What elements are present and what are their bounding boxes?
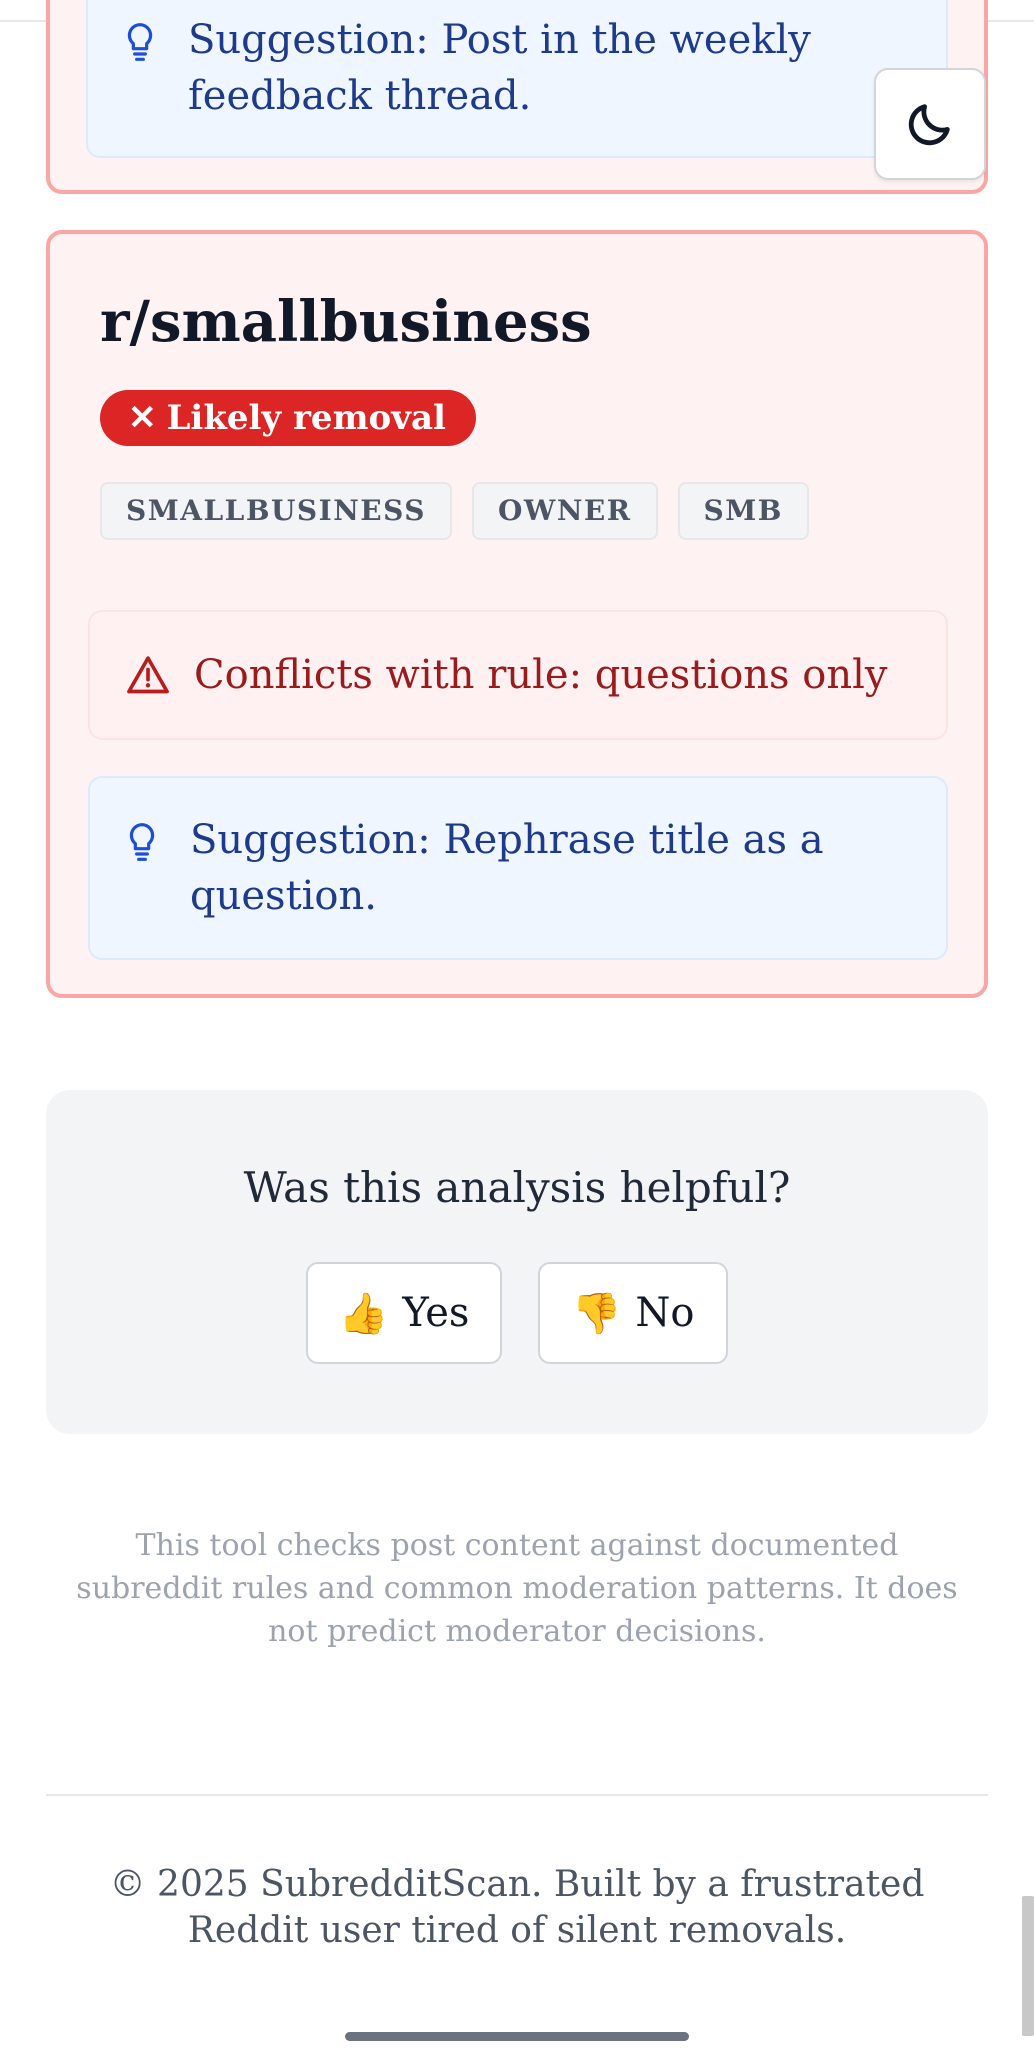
conflict-box: Conflicts with rule: questions only xyxy=(88,610,948,740)
suggestion-text: Suggestion: Post in the weekly feedback … xyxy=(188,17,811,119)
lightbulb-icon xyxy=(129,823,155,861)
feedback-question: Was this analysis helpful? xyxy=(243,1163,791,1212)
subreddit-card-previous: Suggestion: Post in the weekly feedback … xyxy=(46,0,988,194)
thumbs-up-icon: 👍 xyxy=(338,1290,389,1337)
status-label: Likely removal xyxy=(166,398,446,438)
page: Suggestion: Post in the weekly feedback … xyxy=(0,0,1034,2048)
tag: OWNER xyxy=(471,482,658,540)
footer-text: © 2025 SubredditScan. Built by a frustra… xyxy=(109,1864,925,1951)
home-indicator xyxy=(345,2032,689,2041)
moon-icon xyxy=(908,104,950,146)
suggestion-box: Suggestion: Rephrase title as a question… xyxy=(88,776,948,960)
thumbs-down-icon: 👎 xyxy=(571,1290,622,1337)
disclaimer: This tool checks post content against do… xyxy=(76,1528,958,1649)
suggestion-text: Suggestion: Rephrase title as a question… xyxy=(190,817,824,919)
warning-icon xyxy=(127,656,169,694)
suggestion-box: Suggestion: Post in the weekly feedback … xyxy=(86,0,948,158)
theme-toggle-button[interactable] xyxy=(874,68,986,180)
subreddit-card: r/smallbusiness ✕ Likely removal SMALLBU… xyxy=(46,230,988,998)
yes-label: Yes xyxy=(402,1290,470,1336)
no-button[interactable]: 👎 No xyxy=(538,1262,728,1364)
tag: SMALLBUSINESS xyxy=(100,482,452,540)
no-label: No xyxy=(635,1290,695,1336)
subreddit-name: r/smallbusiness xyxy=(100,289,592,355)
lightbulb-icon xyxy=(127,23,153,61)
scrollbar[interactable] xyxy=(1022,1896,1034,2036)
footer-divider xyxy=(46,1794,988,1796)
feedback-panel: Was this analysis helpful? 👍 Yes 👎 No xyxy=(46,1090,988,1434)
yes-button[interactable]: 👍 Yes xyxy=(306,1262,502,1364)
tag-list: SMALLBUSINESS OWNER SMB xyxy=(100,482,809,540)
conflict-text: Conflicts with rule: questions only xyxy=(194,652,888,698)
tag: SMB xyxy=(677,482,809,540)
close-icon: ✕ xyxy=(128,398,157,438)
status-badge: ✕ Likely removal xyxy=(100,390,476,446)
